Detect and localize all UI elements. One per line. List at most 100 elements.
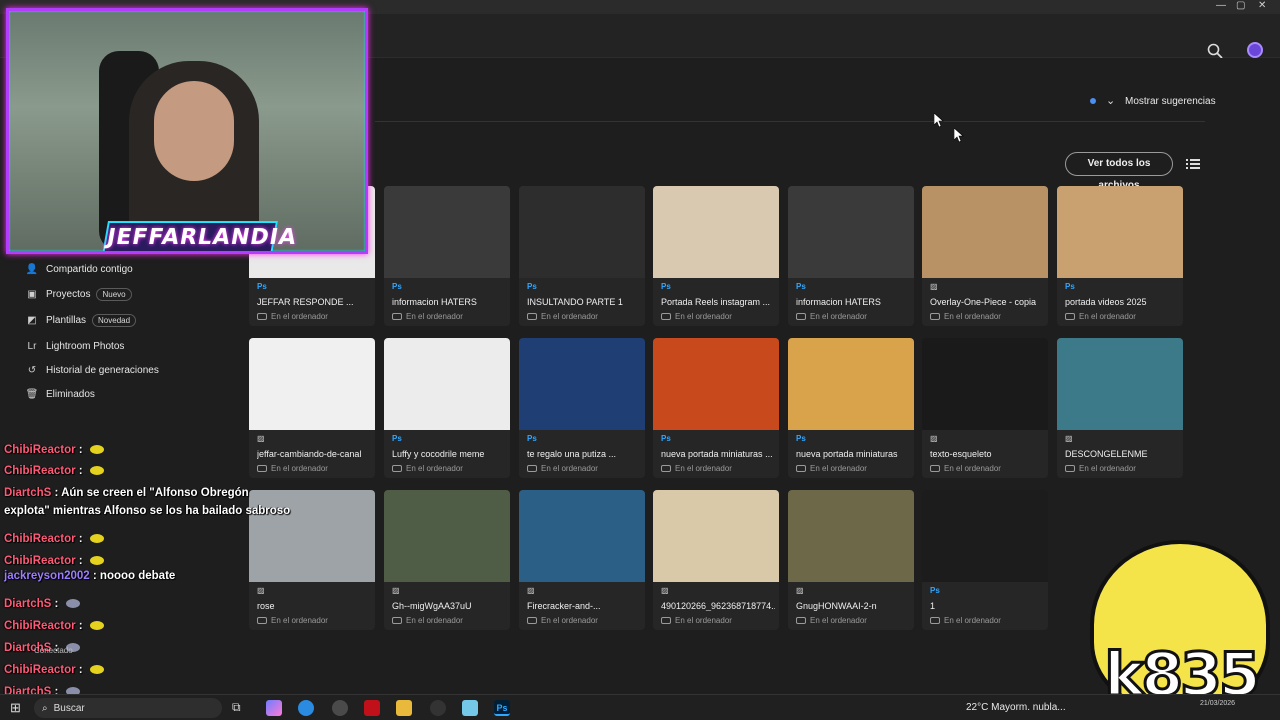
sidebar-item-label: Proyectos xyxy=(46,288,91,300)
notification-dot xyxy=(1090,98,1096,104)
file-card[interactable]: ▨ 490120266_962368718774... En el ordenado… xyxy=(653,490,779,630)
file-location-label: En el ordenador xyxy=(1079,312,1136,321)
channel-logo: JEFFARLANDIA xyxy=(102,221,299,251)
taskbar-search[interactable]: ⌕ Buscar xyxy=(34,698,222,718)
file-name: GnugHONWAAI-2-n xyxy=(796,601,877,611)
app-icon[interactable] xyxy=(364,700,380,716)
file-location: En el ordenador xyxy=(527,616,598,625)
file-card[interactable]: ▨ Firecracker-and-... En el ordenador xyxy=(519,490,645,630)
chat-username: ChibiReactor xyxy=(4,465,76,477)
file-card[interactable]: Ps Luffy y cocodrile meme En el ordenador xyxy=(384,338,510,478)
file-name: Portada Reels instagram ... xyxy=(661,297,771,307)
file-card[interactable]: Ps te regalo una putiza ... En el ordenado… xyxy=(519,338,645,478)
chat-message: ChibiReactor : xyxy=(4,664,104,676)
file-card[interactable]: Ps informacion HATERS En el ordenador xyxy=(384,186,510,326)
sidebar-item-history[interactable]: ↺ Historial de generaciones xyxy=(26,361,159,379)
new-badge: Nuevo xyxy=(96,287,132,301)
computer-icon xyxy=(527,313,537,320)
computer-icon xyxy=(257,313,267,320)
file-location-label: En el ordenador xyxy=(406,616,463,625)
sidebar-item-label: Plantillas xyxy=(46,314,87,326)
emote-icon xyxy=(89,665,104,675)
file-name: informacion HATERS xyxy=(392,297,477,307)
weather-widget[interactable]: 22°C Mayorm. nubla... xyxy=(966,702,1066,713)
sidebar-item-lightroom[interactable]: Lr Lightroom Photos xyxy=(26,337,125,355)
edge-icon[interactable] xyxy=(298,700,314,716)
computer-icon xyxy=(661,617,671,624)
show-suggestions-toggle[interactable]: Mostrar sugerencias xyxy=(1125,96,1216,107)
file-name: nueva portada miniaturas ... xyxy=(661,449,773,459)
task-view-icon[interactable]: ⧉ xyxy=(232,700,248,716)
file-card[interactable]: ▨ Overlay-One-Piece - copia En el ordenado… xyxy=(922,186,1048,326)
chat-overlay: ChibiReactor : ChibiReactor : DiartchS :… xyxy=(0,440,290,698)
file-card[interactable]: ▨ texto-esqueleto En el ordenador xyxy=(922,338,1048,478)
chat-separator: : xyxy=(75,533,86,545)
avatar[interactable] xyxy=(1247,42,1263,58)
file-card[interactable]: Ps informacion HATERS En el ordenador xyxy=(788,186,914,326)
app-icon[interactable] xyxy=(430,700,446,716)
list-view-icon[interactable] xyxy=(1186,157,1200,171)
file-location-label: En el ordenador xyxy=(541,312,598,321)
file-card[interactable]: ▨ GnugHONWAAI-2-n En el ordenador xyxy=(788,490,914,630)
file-card[interactable]: ▨ Gh--migWgAA37uU En el ordenador xyxy=(384,490,510,630)
sidebar-item-shared[interactable]: 👤 Compartido contigo xyxy=(26,260,133,278)
minimize-icon[interactable]: — xyxy=(1216,0,1226,11)
computer-icon xyxy=(796,313,806,320)
sidebar-item-templates[interactable]: ◩ Plantillas Novedad xyxy=(26,311,137,329)
chat-separator: : xyxy=(75,620,86,632)
chat-username: ChibiReactor xyxy=(4,555,76,567)
computer-icon xyxy=(930,313,940,320)
file-thumbnail xyxy=(1057,338,1183,430)
view-all-files-button[interactable]: Ver todos los archivos xyxy=(1065,152,1173,191)
emote-icon xyxy=(89,621,104,631)
chat-message: DiartchS : Aún se creen el "Alfonso Obre… xyxy=(4,487,249,499)
chat-message: ChibiReactor : xyxy=(4,620,104,632)
file-thumbnail xyxy=(653,338,779,430)
file-card[interactable]: Ps Portada Reels instagram ... En el orden… xyxy=(653,186,779,326)
search-icon: ⌕ xyxy=(42,702,48,714)
trash-icon: 🗑 xyxy=(25,388,39,400)
sidebar-item-deleted[interactable]: 🗑 Eliminados xyxy=(26,385,95,403)
file-thumbnail xyxy=(249,338,375,430)
file-name: 490120266_962368718774... xyxy=(661,601,775,611)
file-location: En el ordenador xyxy=(392,464,463,473)
image-file-icon: ▨ xyxy=(930,282,938,291)
folder-icon[interactable] xyxy=(396,700,412,716)
file-thumbnail xyxy=(519,186,645,278)
file-location-label: En el ordenador xyxy=(810,312,867,321)
file-card[interactable]: Ps nueva portada miniaturas ... En el orde… xyxy=(653,338,779,478)
windows-start-icon[interactable]: ⊞ xyxy=(10,700,21,716)
copilot-icon[interactable] xyxy=(266,700,282,716)
file-location: En el ordenador xyxy=(661,464,732,473)
projects-icon: ▣ xyxy=(27,288,37,300)
file-card[interactable]: Ps portada videos 2025 En el ordenador xyxy=(1057,186,1183,326)
file-card[interactable]: ▨ DESCONGELENME En el ordenador xyxy=(1057,338,1183,478)
novelty-badge: Novedad xyxy=(92,313,137,327)
sidebar-item-label: Eliminados xyxy=(46,388,95,400)
photoshop-file-icon: Ps xyxy=(661,434,671,443)
file-card[interactable]: Ps INSULTANDO PARTE 1 En el ordenador xyxy=(519,186,645,326)
file-location: En el ordenador xyxy=(796,616,867,625)
file-location-label: En el ordenador xyxy=(271,312,328,321)
close-icon[interactable]: ✕ xyxy=(1258,0,1266,11)
sidebar-item-projects[interactable]: ▣ Proyectos Nuevo xyxy=(26,285,132,303)
file-location: En el ordenador xyxy=(661,616,732,625)
image-file-icon: ▨ xyxy=(930,434,938,443)
file-location-label: En el ordenador xyxy=(810,464,867,473)
app-icon[interactable] xyxy=(462,700,478,716)
photoshop-file-icon: Ps xyxy=(796,434,806,443)
chevron-down-icon[interactable]: ⌄ xyxy=(1106,94,1115,107)
file-card[interactable]: Ps nueva portada miniaturas En el ordenado… xyxy=(788,338,914,478)
file-card[interactable]: Ps 1 En el ordenador xyxy=(922,490,1048,630)
chrome-icon[interactable] xyxy=(332,700,348,716)
webcam-overlay: JEFFARLANDIA xyxy=(6,8,368,254)
file-name: nueva portada miniaturas xyxy=(796,449,898,459)
file-location: En el ordenador xyxy=(392,312,463,321)
photoshop-icon[interactable]: Ps xyxy=(494,700,510,716)
file-location: En el ordenador xyxy=(392,616,463,625)
file-thumbnail xyxy=(653,490,779,582)
maximize-icon[interactable]: ▢ xyxy=(1236,0,1245,11)
file-thumbnail xyxy=(384,338,510,430)
clock[interactable]: 21/03/2026 xyxy=(1200,700,1235,707)
person-icon: 👤 xyxy=(25,263,39,275)
